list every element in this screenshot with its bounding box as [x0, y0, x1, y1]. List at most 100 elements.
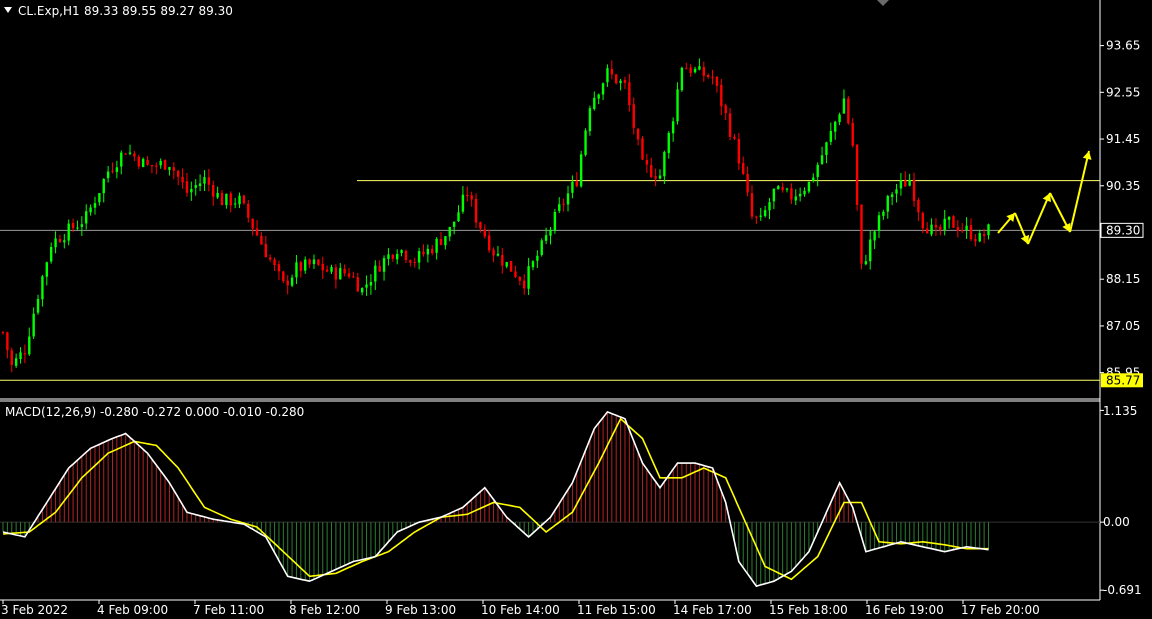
candle-body	[921, 212, 924, 229]
candle-body	[181, 176, 184, 183]
candle-body	[759, 215, 762, 217]
candle-body	[28, 336, 31, 355]
candle-body	[49, 246, 53, 262]
candle-body	[597, 94, 600, 99]
candle-body	[514, 271, 517, 277]
candle-body	[295, 262, 298, 278]
candle-body	[965, 225, 968, 230]
candle-body	[663, 151, 666, 177]
candle-body	[636, 128, 640, 140]
candle-body	[746, 173, 749, 193]
candle-body	[299, 262, 303, 271]
candle-body	[601, 83, 605, 95]
candle-body	[632, 104, 635, 128]
forecast-arrow-segment[interactable]	[1027, 192, 1051, 245]
candle-body	[325, 269, 329, 272]
candle-body	[606, 68, 609, 83]
forecast-arrowhead-icon[interactable]	[1082, 151, 1092, 160]
candle-body	[501, 254, 504, 266]
candle-body	[308, 259, 311, 265]
candle-body	[10, 350, 13, 365]
candle-body	[939, 226, 942, 230]
candle-body	[711, 77, 714, 79]
time-tick-label: 7 Feb 11:00	[193, 603, 264, 617]
candle-body	[895, 189, 898, 194]
candle-body	[304, 259, 307, 271]
candle-body	[19, 352, 22, 359]
candle-body	[566, 193, 570, 205]
time-tick-label: 4 Feb 09:00	[97, 603, 168, 617]
macd-tick-label: 0.00	[1103, 515, 1130, 529]
candle-body	[89, 207, 92, 213]
candle-body	[882, 211, 885, 216]
current-price-label: 89.30	[1106, 223, 1140, 237]
candle-body	[150, 164, 154, 167]
candle-body	[974, 239, 977, 242]
candle-body	[229, 193, 232, 206]
candle-body	[207, 177, 211, 185]
candle-body	[658, 175, 662, 179]
candle-body	[466, 195, 469, 197]
candle-body	[159, 160, 162, 166]
price-tick-label: 93.65	[1106, 39, 1140, 53]
candle-body	[14, 358, 18, 366]
candle-body	[860, 204, 863, 264]
candle-body	[523, 280, 526, 289]
candle-body	[444, 236, 447, 246]
candle-body	[667, 132, 670, 153]
candle-body	[133, 153, 136, 157]
candle-body	[76, 227, 79, 229]
candle-body	[772, 188, 776, 202]
price-tick-label: 87.05	[1106, 319, 1140, 333]
candle-body	[715, 76, 719, 86]
candle-body	[67, 223, 70, 241]
candle-body	[137, 156, 140, 167]
candle-body	[794, 196, 797, 201]
ohlc-values: 89.33 89.55 89.27 89.30	[84, 4, 233, 18]
candle-body	[654, 176, 657, 179]
candle-body	[54, 238, 57, 248]
chart-shift-marker-icon[interactable]	[877, 0, 889, 6]
candle-body	[58, 238, 62, 243]
candle-body	[593, 97, 596, 110]
candle-body	[930, 224, 933, 235]
candle-body	[575, 181, 578, 187]
candle-body	[286, 280, 289, 286]
candle-body	[356, 277, 359, 292]
candle-body	[816, 164, 819, 177]
candle-body	[904, 180, 907, 187]
candle-body	[452, 221, 456, 227]
candle-body	[422, 251, 425, 255]
price-tick-label: 92.55	[1106, 85, 1140, 99]
candle-body	[912, 179, 916, 201]
candle-body	[435, 238, 438, 253]
candle-body	[321, 263, 324, 271]
candle-body	[369, 282, 373, 286]
candle-body	[194, 185, 197, 188]
candle-body	[23, 353, 27, 355]
forecast-arrow-segment[interactable]	[1069, 150, 1090, 233]
candle-body	[851, 122, 854, 146]
candle-body	[426, 248, 430, 255]
time-tick-label: 8 Feb 12:00	[289, 603, 360, 617]
candle-body	[457, 212, 460, 222]
candle-body	[36, 298, 40, 313]
time-tick-label: 10 Feb 14:00	[481, 603, 560, 617]
candle-body	[720, 84, 723, 107]
symbol-dropdown-icon[interactable]	[4, 7, 12, 13]
candle-body	[733, 136, 736, 139]
candle-body	[470, 195, 473, 200]
candle-body	[312, 259, 316, 265]
candle-body	[124, 153, 127, 155]
price-tick-label: 90.35	[1106, 179, 1140, 193]
candle-body	[750, 193, 754, 217]
candle-body	[63, 240, 66, 243]
candle-body	[890, 194, 894, 198]
candle-body	[198, 183, 202, 186]
candle-body	[847, 98, 850, 124]
candle-body	[439, 239, 443, 245]
candle-body	[155, 165, 158, 167]
candle-body	[825, 142, 828, 155]
candle-body	[615, 74, 618, 84]
candle-body	[225, 193, 228, 206]
